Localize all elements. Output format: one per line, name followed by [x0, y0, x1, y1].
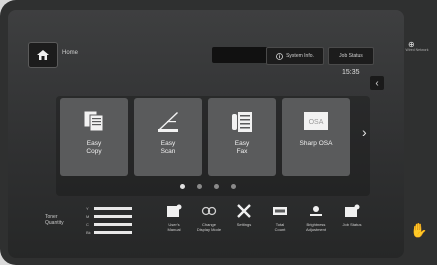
- app-label: Easy Copy: [86, 140, 102, 155]
- toner-quantity-label: Toner Quantity: [45, 214, 64, 226]
- job-status-label: Job Status: [339, 53, 363, 59]
- copy-icon: [79, 106, 109, 136]
- users-manual-button[interactable]: User's Manual: [156, 203, 192, 232]
- app-tile-easy-scan[interactable]: Easy Scan: [134, 98, 202, 176]
- page-dot[interactable]: [197, 184, 202, 189]
- settings-button[interactable]: Settings: [226, 203, 262, 227]
- total-count-button[interactable]: Total Count: [262, 203, 298, 232]
- function-label: User's Manual: [167, 222, 181, 232]
- app-tile-sharp-osa[interactable]: OSA Sharp OSA: [282, 98, 350, 176]
- page-indicator: [180, 184, 236, 189]
- tools-icon: [236, 203, 252, 219]
- manual-icon: [166, 203, 182, 219]
- job-status-icon: [344, 203, 360, 219]
- function-label: Settings: [236, 222, 252, 227]
- nfc-touch-icon: ✋: [410, 222, 428, 238]
- system-info-button[interactable]: System Info.: [266, 47, 324, 65]
- network-label: Wired Network: [405, 48, 429, 52]
- next-page-arrow[interactable]: ›: [362, 124, 367, 140]
- scan-icon: [153, 106, 183, 136]
- app-tile-easy-copy[interactable]: Easy Copy: [60, 98, 128, 176]
- osa-icon: OSA: [301, 106, 331, 136]
- home-icon: [37, 50, 49, 60]
- toner-row: Y: [86, 206, 134, 211]
- change-display-mode-button[interactable]: Change Display Mode: [191, 203, 227, 232]
- function-label: Change Display Mode: [196, 222, 222, 232]
- toner-gauge: Y M C Bk: [86, 206, 134, 238]
- app-label: Easy Scan: [160, 140, 176, 155]
- clock: 15:35: [342, 69, 360, 76]
- brightness-icon: [308, 203, 324, 219]
- home-label: Home: [62, 50, 79, 56]
- message-area: [212, 47, 274, 63]
- function-label: Total Count: [274, 222, 286, 232]
- app-label: Easy Fax: [234, 140, 250, 155]
- page-dot[interactable]: [214, 184, 219, 189]
- svg-text:OSA: OSA: [309, 119, 324, 126]
- app-label: Sharp OSA: [299, 140, 333, 147]
- function-label: Brightness Adjustment: [305, 222, 326, 232]
- collapse-button[interactable]: ‹: [370, 76, 384, 90]
- job-status-function-button[interactable]: Job Status: [334, 203, 370, 227]
- page-dot[interactable]: [180, 184, 185, 189]
- chevron-right-icon: ›: [362, 124, 367, 140]
- toner-row: Bk: [86, 230, 134, 235]
- brightness-adjustment-button[interactable]: Brightness Adjustment: [298, 203, 334, 232]
- job-status-button[interactable]: Job Status: [328, 47, 374, 65]
- system-info-label: System Info.: [286, 53, 314, 59]
- page-dot[interactable]: [231, 184, 236, 189]
- info-icon: [276, 52, 284, 60]
- function-label: Job Status: [342, 222, 362, 227]
- app-tile-easy-fax[interactable]: Easy Fax: [208, 98, 276, 176]
- chevron-left-icon: ‹: [375, 77, 379, 89]
- home-button[interactable]: [28, 42, 58, 68]
- fax-icon: [227, 106, 257, 136]
- counter-icon: [272, 203, 288, 219]
- display-mode-icon: [201, 203, 217, 219]
- toner-row: M: [86, 214, 134, 219]
- toner-row: C: [86, 222, 134, 227]
